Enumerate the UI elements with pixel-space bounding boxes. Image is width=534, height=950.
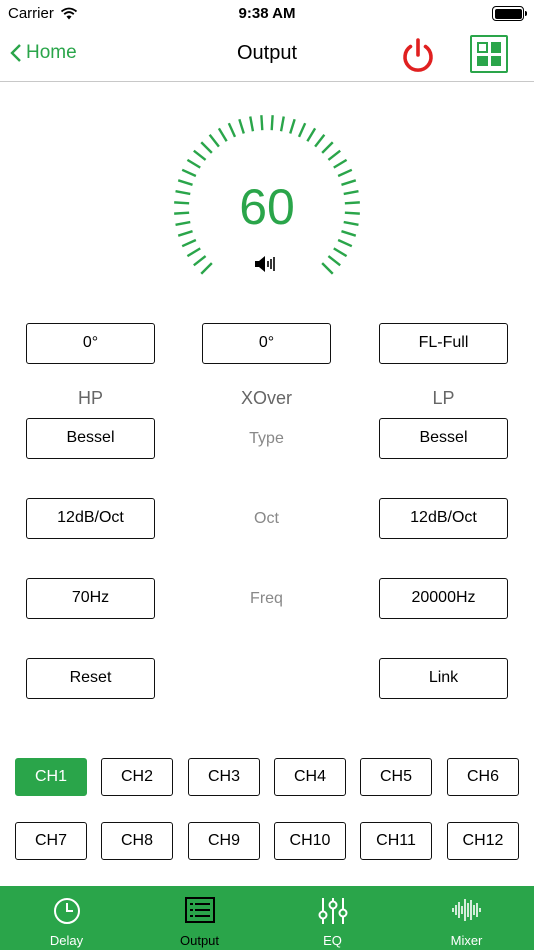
channel-button-ch4[interactable]: CH4: [274, 758, 346, 796]
tab-delay-label: Delay: [49, 933, 84, 948]
gauge-tick: [321, 141, 334, 154]
status-bar: Carrier 9:38 AM: [0, 0, 534, 28]
speaker-icon: [255, 256, 275, 272]
lp-type-button[interactable]: Bessel: [379, 418, 508, 459]
gauge-tick: [270, 115, 274, 131]
gauge-tick: [249, 116, 255, 132]
gauge-tick: [337, 168, 353, 178]
hp-freq-button[interactable]: 70Hz: [26, 578, 155, 619]
tab-output-label: Output: [179, 933, 220, 948]
volume-value: 60: [239, 179, 295, 235]
gauge-tick: [238, 118, 245, 134]
gauge-tick: [327, 255, 341, 267]
status-time: 9:38 AM: [238, 5, 296, 22]
channel-button-ch7[interactable]: CH7: [15, 822, 87, 860]
gauge-tick: [217, 127, 228, 142]
waveform-icon: [451, 899, 481, 921]
channel-button-ch2[interactable]: CH2: [101, 758, 173, 796]
gauge-tick: [193, 149, 207, 161]
sliders-icon: [318, 898, 347, 924]
hp-header: HP: [77, 388, 103, 408]
freq-label: Freq: [250, 590, 283, 607]
tab-eq[interactable]: EQ: [266, 886, 399, 950]
channel-button-ch5[interactable]: CH5: [360, 758, 432, 796]
tab-eq-label: EQ: [323, 933, 342, 948]
gauge-tick: [260, 115, 264, 131]
gauge-tick: [297, 122, 307, 138]
navigation-bar: Home Output: [0, 28, 534, 82]
gauge-tick: [227, 122, 237, 138]
tab-mixer[interactable]: Mixer: [400, 886, 533, 950]
channel-button-ch9[interactable]: CH9: [188, 822, 260, 860]
channel-button-ch6[interactable]: CH6: [447, 758, 519, 796]
grid-icon[interactable]: [470, 35, 508, 73]
channel-name-button[interactable]: FL-Full: [379, 323, 508, 364]
gauge-tick: [208, 134, 220, 148]
channel-button-ch11[interactable]: CH11: [360, 822, 432, 860]
lp-header: LP: [432, 388, 455, 408]
lp-oct-button[interactable]: 12dB/Oct: [379, 498, 508, 539]
power-icon[interactable]: [398, 36, 438, 76]
gauge-tick: [289, 118, 296, 134]
channel-button-ch10[interactable]: CH10: [274, 822, 346, 860]
gauge-tick: [200, 262, 213, 275]
gauge-tick: [314, 134, 326, 148]
channel-button-ch3[interactable]: CH3: [188, 758, 260, 796]
lp-freq-button[interactable]: 20000Hz: [379, 578, 508, 619]
gauge-tick: [200, 141, 213, 154]
gauge-tick: [333, 158, 348, 169]
gauge-tick: [333, 247, 348, 258]
gauge-tick: [321, 262, 334, 275]
gauge-tick: [186, 247, 201, 258]
channel-button-ch12[interactable]: CH12: [447, 822, 519, 860]
oct-label: Oct: [254, 510, 279, 527]
list-icon: [184, 897, 215, 923]
link-button[interactable]: Link: [379, 658, 508, 699]
gauge-tick: [181, 168, 197, 178]
gauge-tick: [193, 255, 207, 267]
gauge-tick: [306, 127, 317, 142]
channel-button-ch8[interactable]: CH8: [101, 822, 173, 860]
type-label: Type: [249, 430, 284, 447]
tab-bar: Delay Output EQ Mixer: [0, 886, 534, 950]
gauge-tick: [327, 149, 341, 161]
battery-icon: [492, 6, 527, 21]
page-title: Output: [236, 42, 298, 64]
hp-type-button[interactable]: Bessel: [26, 418, 155, 459]
xover-header: XOver: [240, 388, 292, 408]
gauge-tick: [337, 238, 353, 248]
gauge-tick: [186, 158, 201, 169]
clock-icon: [53, 898, 80, 924]
hp-oct-button[interactable]: 12dB/Oct: [26, 498, 155, 539]
tab-mixer-label: Mixer: [450, 933, 483, 948]
reset-button[interactable]: Reset: [26, 658, 155, 699]
phase-left-button[interactable]: 0°: [26, 323, 155, 364]
tab-output[interactable]: Output: [133, 886, 266, 950]
gauge-tick: [279, 116, 285, 132]
gauge-tick: [181, 238, 197, 248]
phase-middle-button[interactable]: 0°: [202, 323, 331, 364]
channel-button-ch1[interactable]: CH1: [15, 758, 87, 796]
tab-delay[interactable]: Delay: [0, 886, 133, 950]
